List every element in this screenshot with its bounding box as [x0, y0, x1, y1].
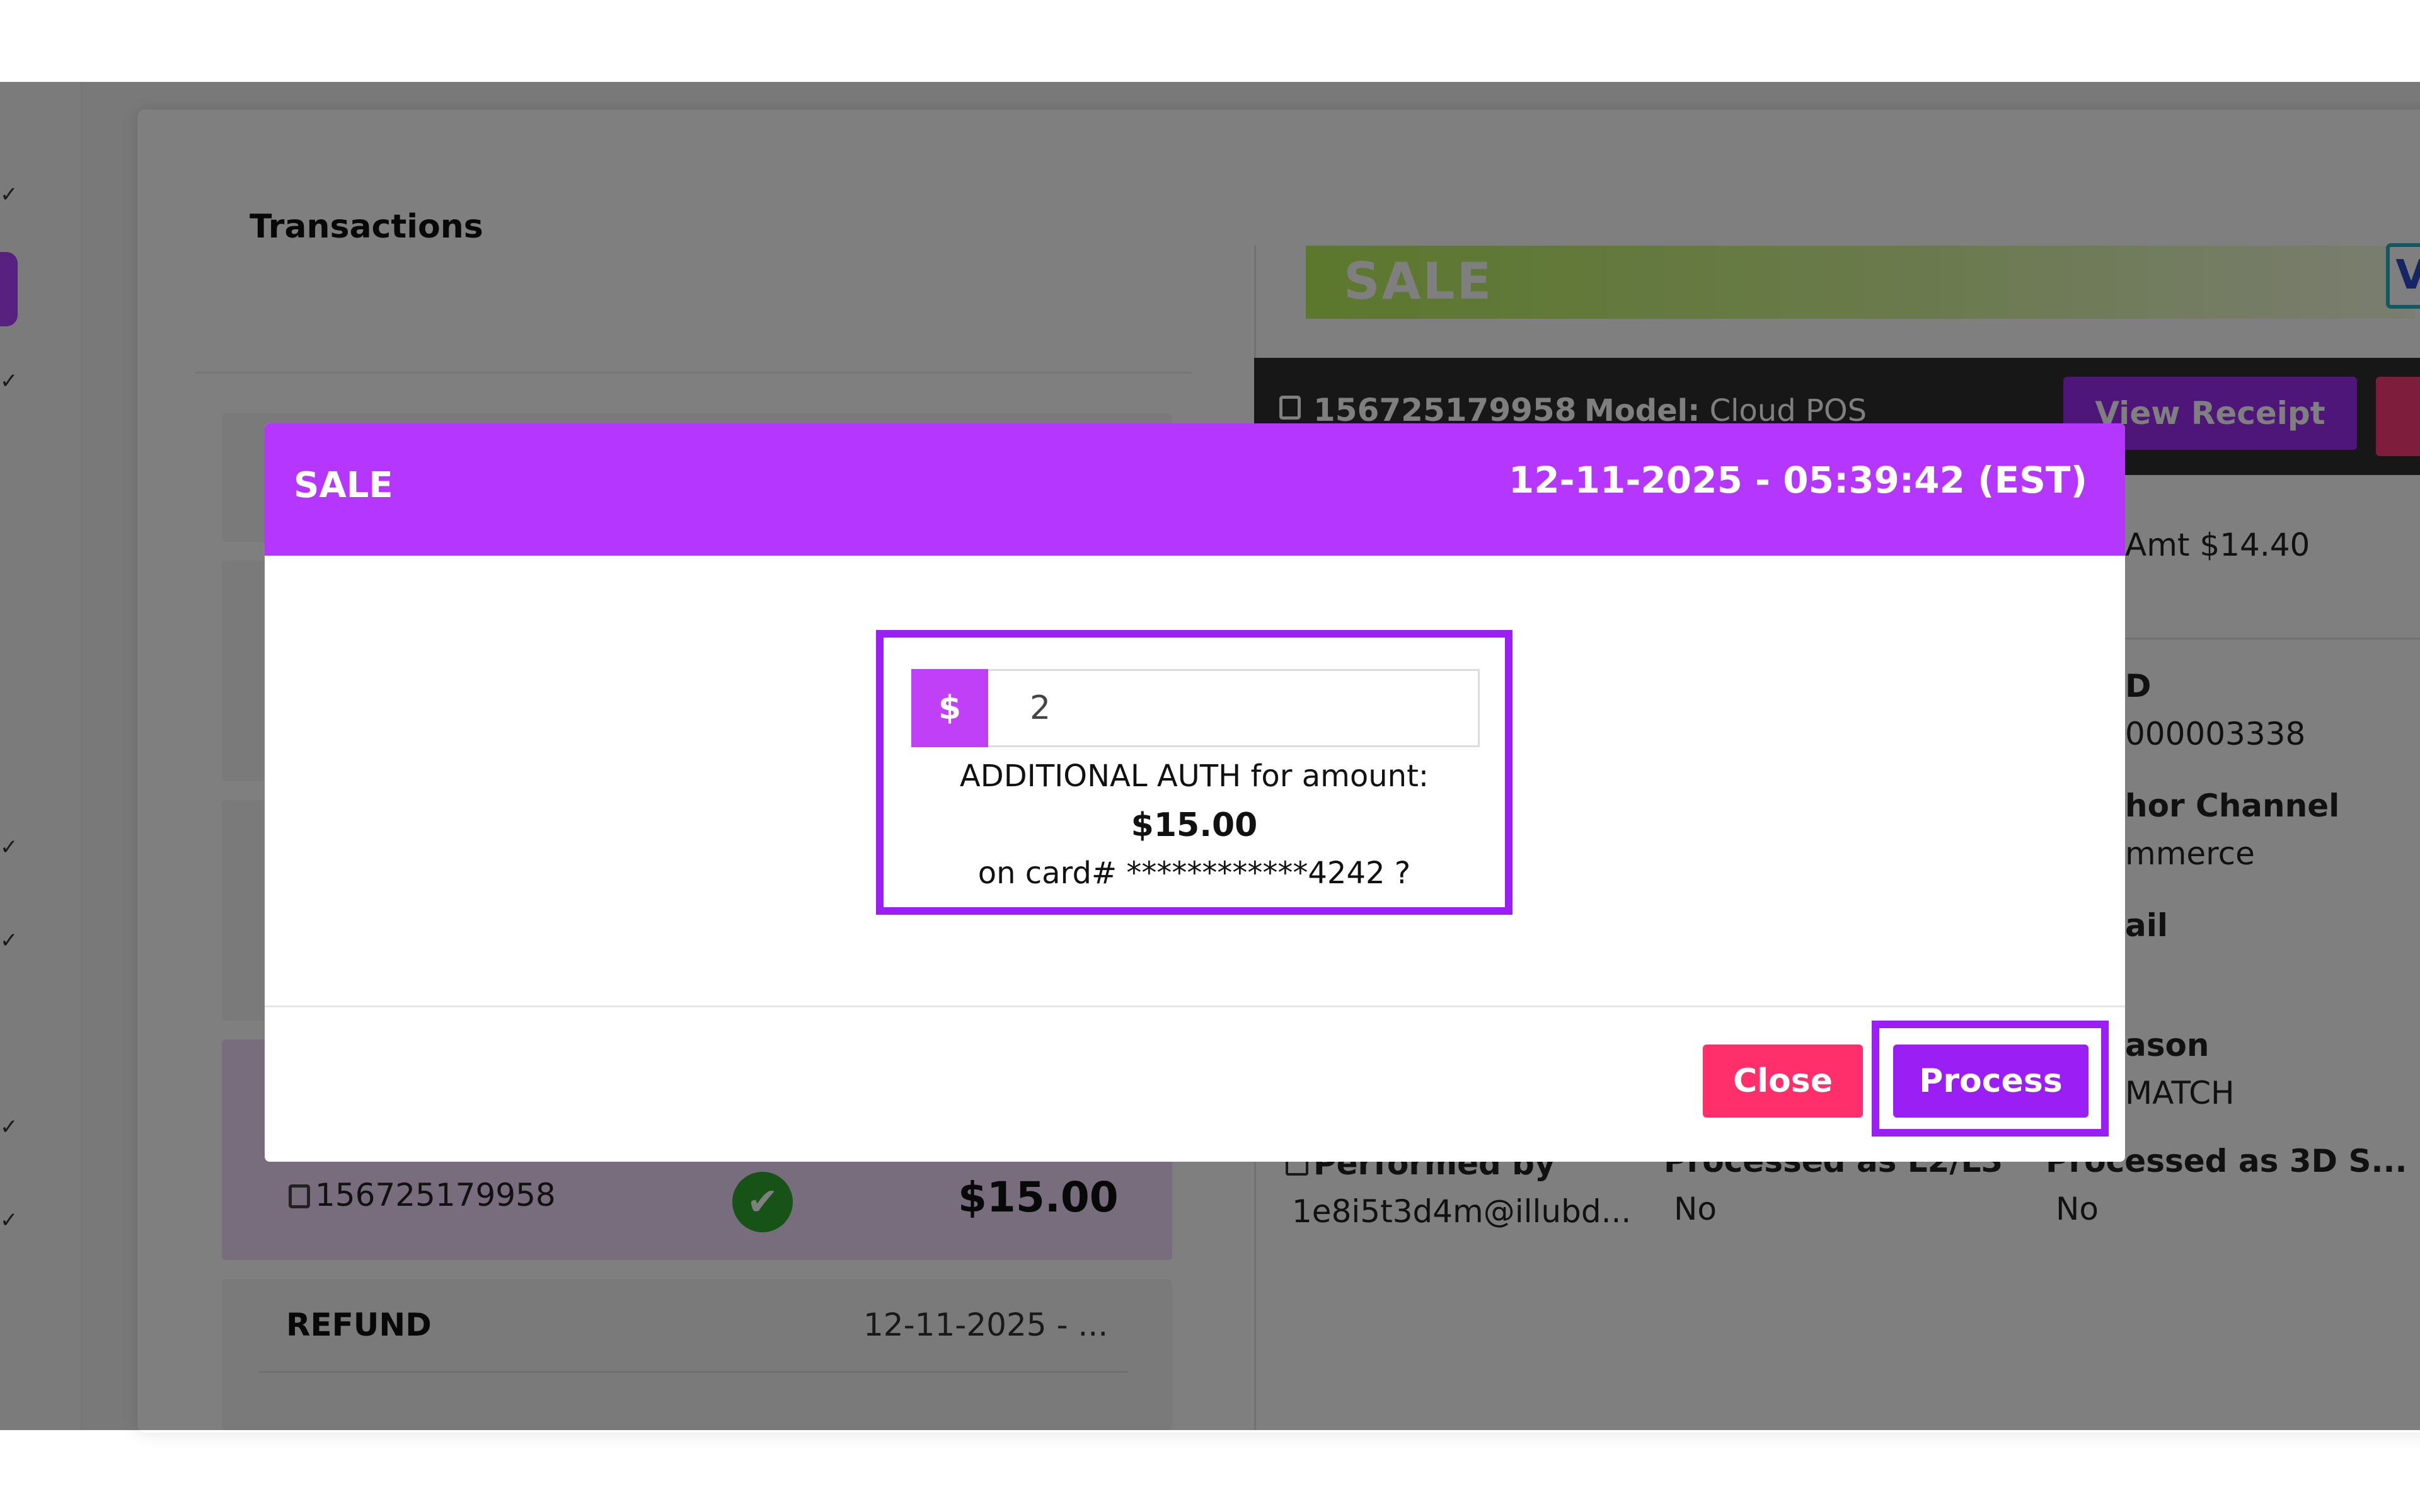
- modal-footer-divider: [265, 1005, 2125, 1007]
- process-button[interactable]: Process: [1893, 1045, 2089, 1118]
- modal-header: SALE 12-11-2025 - 05:39:42 (EST): [265, 423, 2125, 556]
- auth-prompt-text: ADDITIONAL AUTH for amount:: [959, 759, 1429, 794]
- additional-amount-input[interactable]: [988, 669, 1480, 747]
- auth-amount-text: $15.00: [1131, 806, 1258, 844]
- modal-title: SALE: [294, 465, 393, 506]
- auth-card-text: on card# ************4242 ?: [977, 856, 1411, 891]
- additional-auth-box: $ ADDITIONAL AUTH for amount: $15.00 on …: [876, 630, 1512, 915]
- close-button[interactable]: Close: [1703, 1045, 1863, 1118]
- modal-datetime: 12-11-2025 - 05:39:42 (EST): [1508, 459, 2087, 501]
- additional-auth-modal: SALE 12-11-2025 - 05:39:42 (EST) $ ADDIT…: [265, 423, 2125, 1162]
- dollar-icon: $: [911, 669, 988, 747]
